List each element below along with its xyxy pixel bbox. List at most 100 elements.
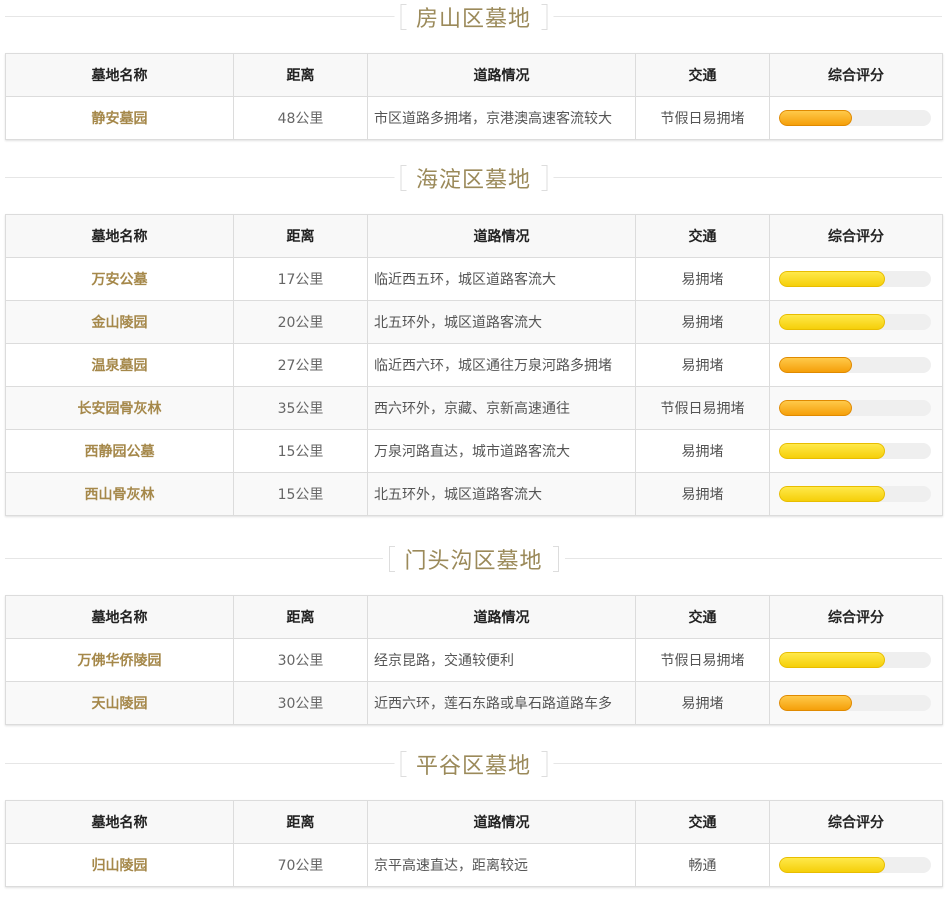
rating-cell [769,300,943,344]
rating-bar-fill [779,695,852,711]
header-road: 道路情况 [367,53,636,97]
header-traffic: 交通 [635,214,770,258]
rating-bar-fill [779,400,852,416]
rating-bar-fill [779,857,886,873]
rating-bar-track [779,443,931,459]
right-bracket-icon [541,165,548,191]
table-header-row: 墓地名称 距离 道路情况 交通 综合评分 [5,800,943,844]
rating-bar-fill [779,652,886,668]
header-distance: 距离 [233,800,368,844]
rating-bar-fill [779,357,852,373]
rating-bar-track [779,652,931,668]
rating-bar-track [779,314,931,330]
rating-bar-track [779,357,931,373]
cemetery-name[interactable]: 万佛华侨陵园 [5,638,234,682]
header-road: 道路情况 [367,595,636,639]
table-row: 长安园骨灰林 35公里 西六环外，京藏、京新高速通往 节假日易拥堵 [5,386,943,430]
rating-bar-fill [779,271,886,287]
rating-cell [769,386,943,430]
cemetery-name[interactable]: 万安公墓 [5,257,234,301]
cemetery-section: 平谷区墓地墓地名称 距离 道路情况 交通 综合评分 归山陵园 70公里 京平高速直达，距离较远… [5,747,943,887]
section-title-wrap: 海淀区墓地 [393,161,554,195]
header-rating: 综合评分 [769,53,943,97]
header-road: 道路情况 [367,214,636,258]
header-rating: 综合评分 [769,800,943,844]
road-condition-cell: 万泉河路直达，城市道路客流大 [367,429,636,473]
rating-cell [769,681,943,725]
header-traffic: 交通 [635,800,770,844]
cemetery-name[interactable]: 长安园骨灰林 [5,386,234,430]
rating-cell [769,638,943,682]
rating-bar-fill [779,443,886,459]
rating-cell [769,343,943,387]
traffic-cell: 易拥堵 [635,429,770,473]
section-title-wrap: 门头沟区墓地 [382,542,565,576]
table-row: 万安公墓 17公里 临近西五环，城区道路客流大 易拥堵 [5,257,943,301]
rating-cell [769,472,943,516]
section-header: 平谷区墓地 [5,747,942,781]
section-title: 门头沟区墓地 [404,549,543,574]
traffic-cell: 易拥堵 [635,472,770,516]
header-name: 墓地名称 [5,53,234,97]
road-condition-cell: 市区道路多拥堵，京港澳高速客流较大 [367,96,636,140]
traffic-cell: 畅通 [635,843,770,887]
rating-bar-fill [779,110,852,126]
table-row: 万佛华侨陵园 30公里 经京昆路，交通较便利 节假日易拥堵 [5,638,943,682]
cemetery-table: 墓地名称 距离 道路情况 交通 综合评分 静安墓园 48公里 市区道路多拥堵，京港澳高速客流较… [5,53,943,140]
section-title: 房山区墓地 [415,7,532,32]
header-rating: 综合评分 [769,595,943,639]
header-traffic: 交通 [635,53,770,97]
rating-cell [769,257,943,301]
cemetery-section: 门头沟区墓地 墓地名称 距离 道路情况 交通 综合评分 万佛华侨陵园 30公里 经京昆路，交通较… [5,542,943,725]
table-row: 静安墓园 48公里 市区道路多拥堵，京港澳高速客流较大 节假日易拥堵 [5,96,943,140]
cemetery-section: 海淀区墓地 墓地名称 距离 道路情况 交通 综合评分 万安公墓 17公里 临近西五环，城区道路客… [5,161,943,516]
road-condition-cell: 西六环外，京藏、京新高速通往 [367,386,636,430]
traffic-cell: 易拥堵 [635,681,770,725]
table-row: 西山骨灰林 15公里 北五环外，城区道路客流大 易拥堵 [5,472,943,516]
right-bracket-icon [541,751,548,777]
distance-cell: 15公里 [233,429,368,473]
road-condition-cell: 北五环外，城区道路客流大 [367,472,636,516]
rating-bar-track [779,857,931,873]
distance-cell: 15公里 [233,472,368,516]
rating-bar-fill [779,314,886,330]
traffic-cell: 节假日易拥堵 [635,638,770,682]
section-header: 房山区墓地 [5,0,942,34]
cemetery-section: 房山区墓地 墓地名称 距离 道路情况 交通 综合评分 静安墓园 48公里 市区道路多拥堵，京港澳… [5,0,943,140]
rating-bar-track [779,110,931,126]
section-title: 海淀区墓地 [415,168,532,193]
right-bracket-icon [541,4,548,30]
header-road: 道路情况 [367,800,636,844]
distance-cell: 30公里 [233,638,368,682]
header-distance: 距离 [233,214,368,258]
rating-bar-track [779,695,931,711]
road-condition-cell: 近西六环，莲石东路或阜石路道路车多 [367,681,636,725]
cemetery-name[interactable]: 西静园公墓 [5,429,234,473]
distance-cell: 20公里 [233,300,368,344]
rating-bar-track [779,400,931,416]
header-name: 墓地名称 [5,214,234,258]
cemetery-name[interactable]: 金山陵园 [5,300,234,344]
cemetery-name[interactable]: 天山陵园 [5,681,234,725]
road-condition-cell: 北五环外，城区道路客流大 [367,300,636,344]
rating-bar-track [779,486,931,502]
header-name: 墓地名称 [5,595,234,639]
right-bracket-icon [552,546,559,572]
rating-cell [769,843,943,887]
section-title: 平谷区墓地 [415,754,532,779]
rating-bar-fill [779,486,886,502]
cemetery-name[interactable]: 静安墓园 [5,96,234,140]
cemetery-table: 墓地名称 距离 道路情况 交通 综合评分 万佛华侨陵园 30公里 经京昆路，交通较便利 节假日易… [5,595,943,725]
road-condition-cell: 京平高速直达，距离较远 [367,843,636,887]
cemetery-name[interactable]: 归山陵园 [5,843,234,887]
distance-cell: 27公里 [233,343,368,387]
header-name: 墓地名称 [5,800,234,844]
table-row: 温泉墓园 27公里 临近西六环，城区通往万泉河路多拥堵 易拥堵 [5,343,943,387]
section-title-wrap: 平谷区墓地 [393,747,554,781]
cemetery-name[interactable]: 温泉墓园 [5,343,234,387]
road-condition-cell: 临近西六环，城区通往万泉河路多拥堵 [367,343,636,387]
cemetery-name[interactable]: 西山骨灰林 [5,472,234,516]
traffic-cell: 易拥堵 [635,257,770,301]
table-row: 归山陵园 70公里 京平高速直达，距离较远 畅通 [5,843,943,887]
distance-cell: 30公里 [233,681,368,725]
